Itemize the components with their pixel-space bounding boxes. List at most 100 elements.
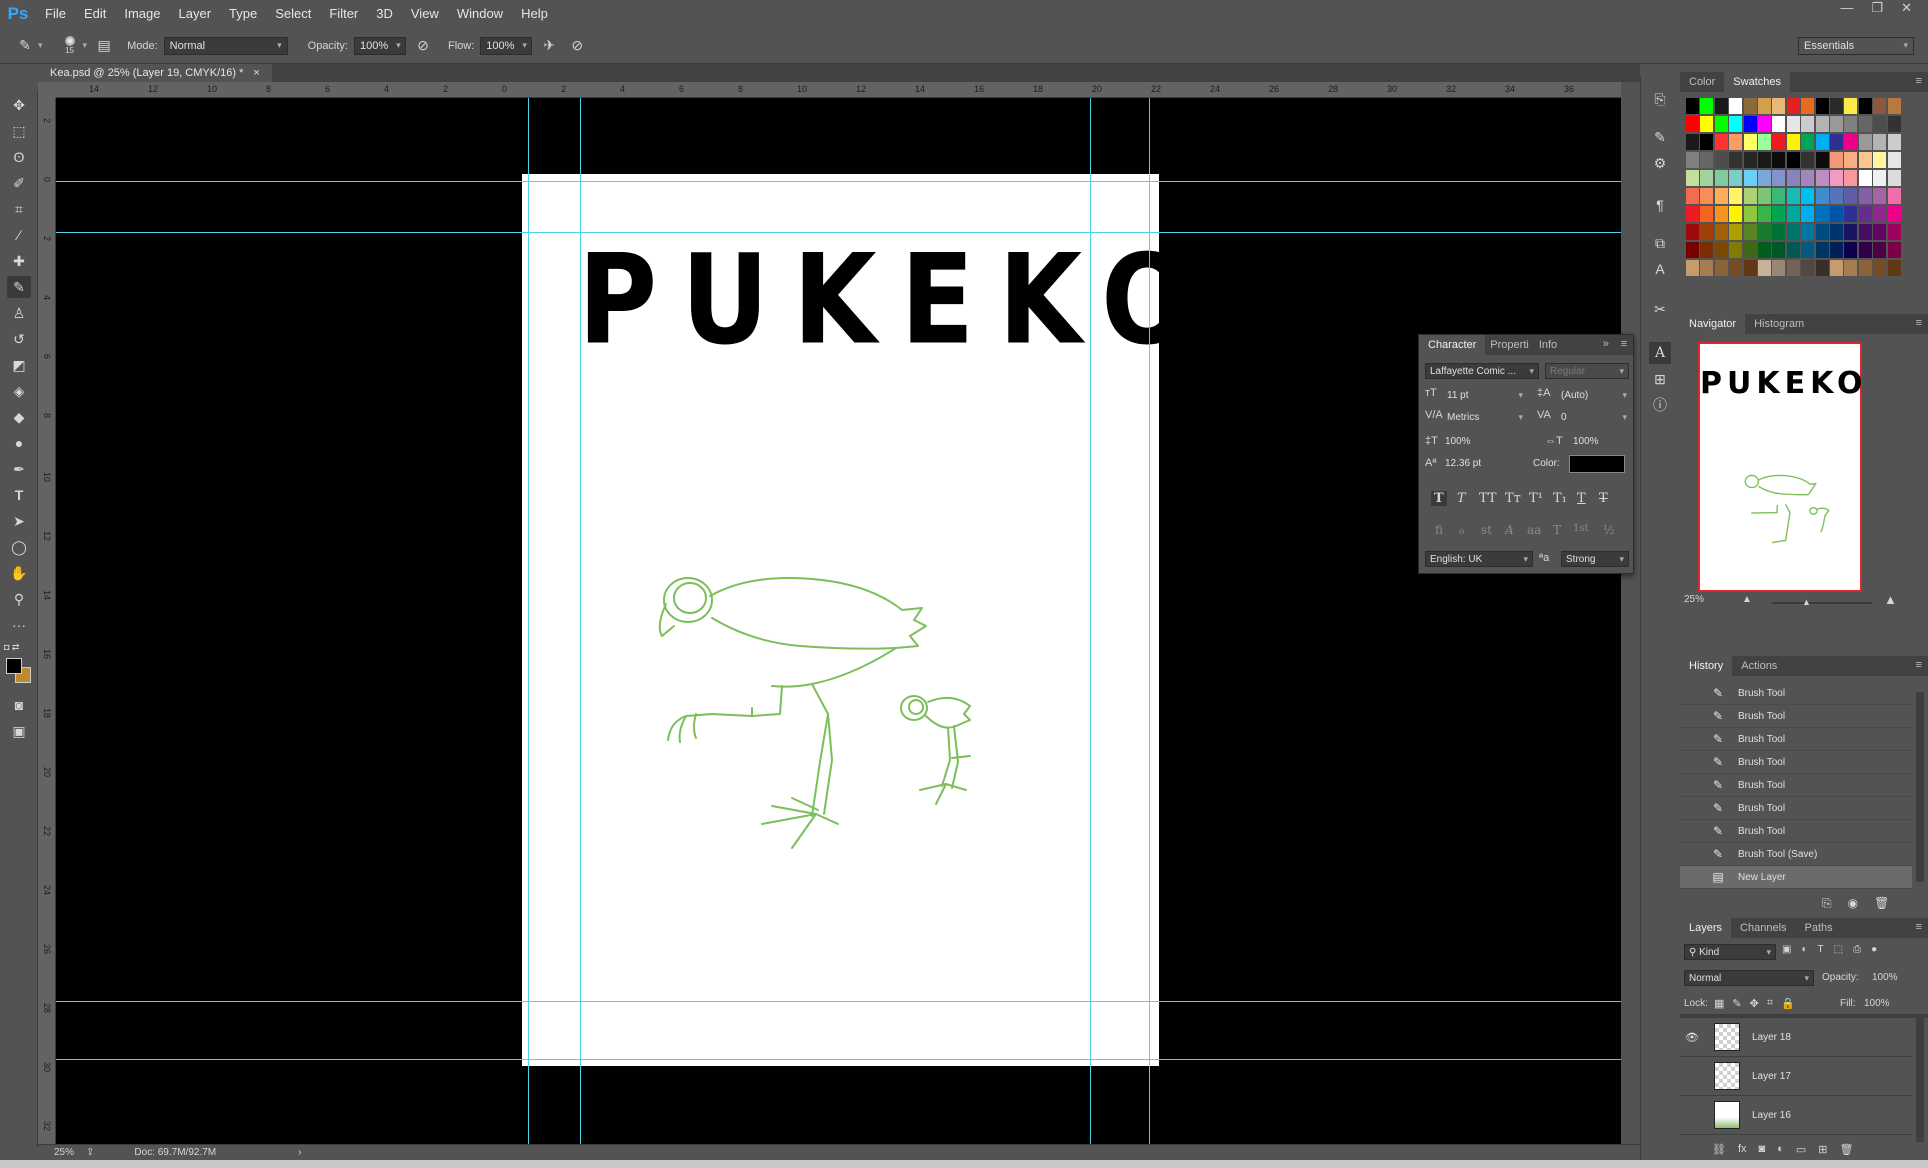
font-size-field[interactable]: 11 pt ▾: [1443, 387, 1527, 403]
paragraph-panel-icon[interactable]: ¶: [1649, 194, 1671, 216]
color-swatch[interactable]: [1772, 224, 1786, 240]
color-swatch[interactable]: [1729, 206, 1743, 222]
guide-horizontal[interactable]: [56, 1001, 1621, 1002]
lock-transparent-icon[interactable]: ▦: [1714, 997, 1724, 1010]
color-swatch[interactable]: [1830, 98, 1843, 114]
lock-position-icon[interactable]: ✥: [1750, 997, 1759, 1010]
font-style-select[interactable]: Regular ▾: [1545, 363, 1629, 379]
history-item[interactable]: ✎ Brush Tool: [1680, 774, 1912, 797]
lock-pixels-icon[interactable]: ✎: [1732, 997, 1741, 1010]
color-swatch[interactable]: [1772, 170, 1786, 186]
color-swatch[interactable]: [1714, 260, 1728, 276]
tools-preset-icon[interactable]: ✂: [1649, 298, 1671, 320]
color-swatch[interactable]: [1873, 152, 1887, 168]
color-swatch[interactable]: [1686, 116, 1699, 132]
color-swatch[interactable]: [1686, 188, 1699, 204]
history-item[interactable]: ✎ Brush Tool: [1680, 682, 1912, 705]
menu-file[interactable]: File: [36, 0, 75, 28]
guide-vertical[interactable]: [528, 98, 529, 1144]
eraser-tool-icon[interactable]: ◩: [7, 354, 31, 376]
color-swatch[interactable]: [1815, 98, 1829, 114]
color-swatch[interactable]: [1887, 224, 1901, 240]
chevron-down-icon[interactable]: ▾: [83, 40, 88, 51]
color-swatch[interactable]: [1686, 242, 1699, 258]
color-swatch[interactable]: [1830, 224, 1843, 240]
menu-3d[interactable]: 3D: [367, 0, 402, 28]
tab-histogram[interactable]: Histogram: [1745, 314, 1813, 334]
document-tab[interactable]: Kea.psd @ 25% (Layer 19, CMYK/16) * ×: [38, 64, 272, 82]
color-swatch[interactable]: [1873, 134, 1887, 150]
baseline-shift-value[interactable]: 12.36 pt: [1445, 458, 1481, 469]
language-select[interactable]: English: UK ▾: [1425, 551, 1533, 567]
all-caps-button[interactable]: TT: [1479, 491, 1497, 506]
layers-scrollbar[interactable]: [1916, 1018, 1924, 1142]
faux-bold-button[interactable]: T: [1431, 491, 1447, 506]
menu-select[interactable]: Select: [266, 0, 320, 28]
restore-icon[interactable]: ❐: [1871, 0, 1883, 20]
guide-horizontal[interactable]: [56, 1059, 1621, 1060]
color-swatch[interactable]: [1858, 152, 1872, 168]
zoom-slider-handle[interactable]: ▲: [1802, 597, 1811, 607]
color-swatch[interactable]: [1714, 170, 1728, 186]
vertical-ruler[interactable]: 2 0 2 4 6 8 10 12 14 16 18 20 22 24 26 28 30 32: [38, 98, 56, 1144]
panel-menu-icon[interactable]: ≡: [1916, 921, 1922, 933]
history-item[interactable]: ✎ Brush Tool (Save): [1680, 843, 1912, 866]
color-swatch[interactable]: [1815, 170, 1829, 186]
color-swatch[interactable]: [1844, 170, 1858, 186]
color-swatch[interactable]: [1700, 170, 1714, 186]
navigator-zoom-value[interactable]: 25%: [1684, 594, 1704, 605]
color-swatch[interactable]: [1743, 206, 1757, 222]
color-swatch[interactable]: [1801, 224, 1815, 240]
type-tool-icon[interactable]: T: [7, 484, 31, 506]
color-swatch[interactable]: [1858, 134, 1872, 150]
color-swatch[interactable]: [1786, 134, 1800, 150]
lock-all-icon[interactable]: 🔒: [1781, 997, 1795, 1010]
color-swatch[interactable]: [1815, 260, 1829, 276]
pressure-size-icon[interactable]: ⊘: [566, 35, 588, 57]
menu-help[interactable]: Help: [512, 0, 557, 28]
color-swatch[interactable]: [1830, 170, 1843, 186]
color-swatch[interactable]: [1686, 152, 1699, 168]
quick-mask-icon[interactable]: ◙: [7, 694, 31, 716]
color-swatch[interactable]: [1844, 152, 1858, 168]
color-swatch[interactable]: [1700, 224, 1714, 240]
status-menu-arrow-icon[interactable]: ›: [298, 1147, 301, 1158]
color-swatch[interactable]: [1830, 188, 1843, 204]
new-document-from-state-icon[interactable]: ⎘: [1822, 896, 1832, 911]
subscript-button[interactable]: T₁: [1553, 491, 1567, 506]
color-swatch[interactable]: [1758, 152, 1771, 168]
artboard-page[interactable]: PUKEKO: [522, 174, 1193, 1066]
menu-window[interactable]: Window: [448, 0, 512, 28]
type-filter-icon[interactable]: T: [1818, 944, 1824, 955]
horizontal-scale-value[interactable]: 100%: [1573, 436, 1599, 447]
color-swatch[interactable]: [1772, 98, 1786, 114]
zoom-in-icon[interactable]: ▲: [1884, 592, 1897, 607]
tab-character[interactable]: Character: [1419, 335, 1486, 355]
color-swatch[interactable]: [1686, 206, 1699, 222]
color-swatch[interactable]: [1714, 242, 1728, 258]
panel-menu-icon[interactable]: ≡: [1916, 317, 1922, 329]
color-swatch[interactable]: [1786, 98, 1800, 114]
brush-panel-icon[interactable]: ▤: [93, 35, 115, 57]
tab-info[interactable]: Info: [1534, 335, 1562, 355]
workspace-switcher[interactable]: Essentials ▾: [1798, 36, 1914, 55]
history-brush-tool-icon[interactable]: ↺: [7, 328, 31, 350]
layer-name[interactable]: Layer 17: [1752, 1071, 1791, 1082]
menu-image[interactable]: Image: [115, 0, 169, 28]
more-tools-icon[interactable]: ···: [7, 614, 31, 636]
tab-paths[interactable]: Paths: [1796, 918, 1842, 938]
fractions-button[interactable]: ½: [1603, 523, 1615, 537]
color-swatch[interactable]: [1844, 242, 1858, 258]
discretionary-ligatures-button[interactable]: st: [1481, 523, 1492, 537]
color-swatch[interactable]: [1830, 116, 1843, 132]
color-swatch[interactable]: [1786, 224, 1800, 240]
color-swatch[interactable]: [1758, 188, 1771, 204]
quick-select-tool-icon[interactable]: ✐: [7, 172, 31, 194]
color-swatch[interactable]: [1830, 206, 1843, 222]
color-swatch[interactable]: [1830, 134, 1843, 150]
color-swatch[interactable]: [1887, 98, 1901, 114]
color-swatch[interactable]: [1815, 116, 1829, 132]
color-swatch[interactable]: [1772, 206, 1786, 222]
color-swatch[interactable]: [1743, 242, 1757, 258]
color-swatch[interactable]: [1729, 152, 1743, 168]
